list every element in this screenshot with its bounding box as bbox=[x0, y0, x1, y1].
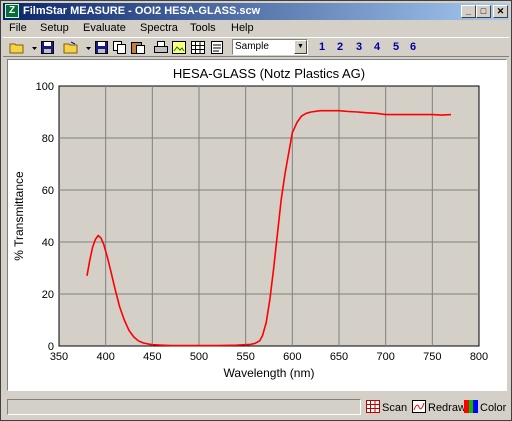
title-bar: Z FilmStar MEASURE - OOI2 HESA-GLASS.scw… bbox=[3, 3, 509, 20]
paste-icon[interactable] bbox=[130, 40, 146, 55]
menu-file[interactable]: File bbox=[9, 22, 27, 34]
redraw-icon bbox=[412, 400, 426, 413]
x-tick-label: 750 bbox=[423, 351, 441, 363]
y-tick-label: 100 bbox=[36, 81, 54, 93]
scan-label: Scan bbox=[382, 402, 408, 414]
x-tick-label: 500 bbox=[190, 351, 208, 363]
spectrum-button-4[interactable]: 4 bbox=[374, 41, 380, 53]
menu-evaluate[interactable]: Evaluate bbox=[83, 22, 126, 34]
print-icon[interactable] bbox=[153, 40, 169, 55]
spectrum-button-6[interactable]: 6 bbox=[410, 41, 416, 53]
color-label: Color bbox=[480, 402, 507, 414]
toolbar: Sample ▼ 1 2 3 4 5 6 bbox=[3, 37, 509, 57]
y-axis-label: % Transmittance bbox=[12, 171, 26, 261]
chart-title: HESA-GLASS (Notz Plastics AG) bbox=[173, 66, 365, 81]
chevron-down-icon[interactable]: ▼ bbox=[294, 40, 307, 54]
grid-icon[interactable] bbox=[190, 40, 206, 55]
x-axis-label: Wavelength (nm) bbox=[224, 366, 315, 380]
scan-button[interactable]: Scan bbox=[366, 400, 407, 414]
redraw-label: Redraw bbox=[428, 402, 466, 414]
x-tick-label: 450 bbox=[143, 351, 161, 363]
color-button[interactable]: Color bbox=[464, 400, 506, 414]
sample-select[interactable]: Sample ▼ bbox=[232, 39, 308, 55]
x-tick-label: 400 bbox=[96, 351, 114, 363]
y-tick-label: 80 bbox=[42, 133, 54, 145]
spectrum-button-5[interactable]: 5 bbox=[393, 41, 399, 53]
menu-spectra[interactable]: Spectra bbox=[140, 22, 178, 34]
menu-help[interactable]: Help bbox=[231, 22, 254, 34]
save-disk-icon[interactable] bbox=[94, 40, 110, 55]
x-tick-label: 600 bbox=[283, 351, 301, 363]
spectrum-button-3[interactable]: 3 bbox=[356, 41, 362, 53]
minimize-button[interactable]: _ bbox=[461, 5, 476, 18]
x-tick-label: 550 bbox=[236, 351, 254, 363]
sample-select-value: Sample bbox=[235, 41, 269, 52]
app-window: Z FilmStar MEASURE - OOI2 HESA-GLASS.scw… bbox=[0, 0, 512, 421]
menu-bar: File Setup Evaluate Spectra Tools Help bbox=[3, 21, 509, 37]
notes-icon[interactable] bbox=[209, 40, 225, 55]
chevron-down-icon[interactable] bbox=[81, 40, 91, 55]
status-message-field bbox=[7, 399, 361, 415]
app-icon[interactable]: Z bbox=[5, 4, 19, 18]
close-button[interactable]: ✕ bbox=[493, 5, 508, 18]
y-tick-label: 20 bbox=[42, 289, 54, 301]
x-tick-label: 700 bbox=[376, 351, 394, 363]
y-tick-label: 40 bbox=[42, 237, 54, 249]
transmittance-chart[interactable]: 350 400 450 500 550 600 650 700 750 8000204060801… bbox=[8, 60, 506, 390]
menu-setup[interactable]: Setup bbox=[40, 22, 69, 34]
maximize-button[interactable]: □ bbox=[476, 5, 491, 18]
color-icon bbox=[464, 400, 478, 413]
save-disk-icon[interactable] bbox=[40, 40, 56, 55]
image-icon[interactable] bbox=[171, 40, 187, 55]
chevron-down-icon[interactable] bbox=[27, 40, 37, 55]
spectrum-button-1[interactable]: 1 bbox=[319, 41, 325, 53]
redraw-button[interactable]: Redraw bbox=[412, 400, 466, 414]
window-title: FilmStar MEASURE - OOI2 HESA-GLASS.scw bbox=[23, 5, 261, 17]
open-folder-icon[interactable] bbox=[9, 40, 25, 55]
x-tick-label: 800 bbox=[470, 351, 488, 363]
status-bar: Scan Redraw Color bbox=[3, 397, 509, 419]
spectrum-button-2[interactable]: 2 bbox=[337, 41, 343, 53]
menu-tools[interactable]: Tools bbox=[190, 22, 216, 34]
plot-panel: 350 400 450 500 550 600 650 700 750 800 0 20 40 60 80 1… bbox=[7, 59, 507, 391]
y-tick-label: 0 bbox=[48, 341, 54, 353]
scan-icon bbox=[366, 400, 380, 413]
x-tick-label: 650 bbox=[330, 351, 348, 363]
copy-icon[interactable] bbox=[112, 40, 128, 55]
open-folder-icon[interactable] bbox=[63, 40, 79, 55]
y-tick-label: 60 bbox=[42, 185, 54, 197]
